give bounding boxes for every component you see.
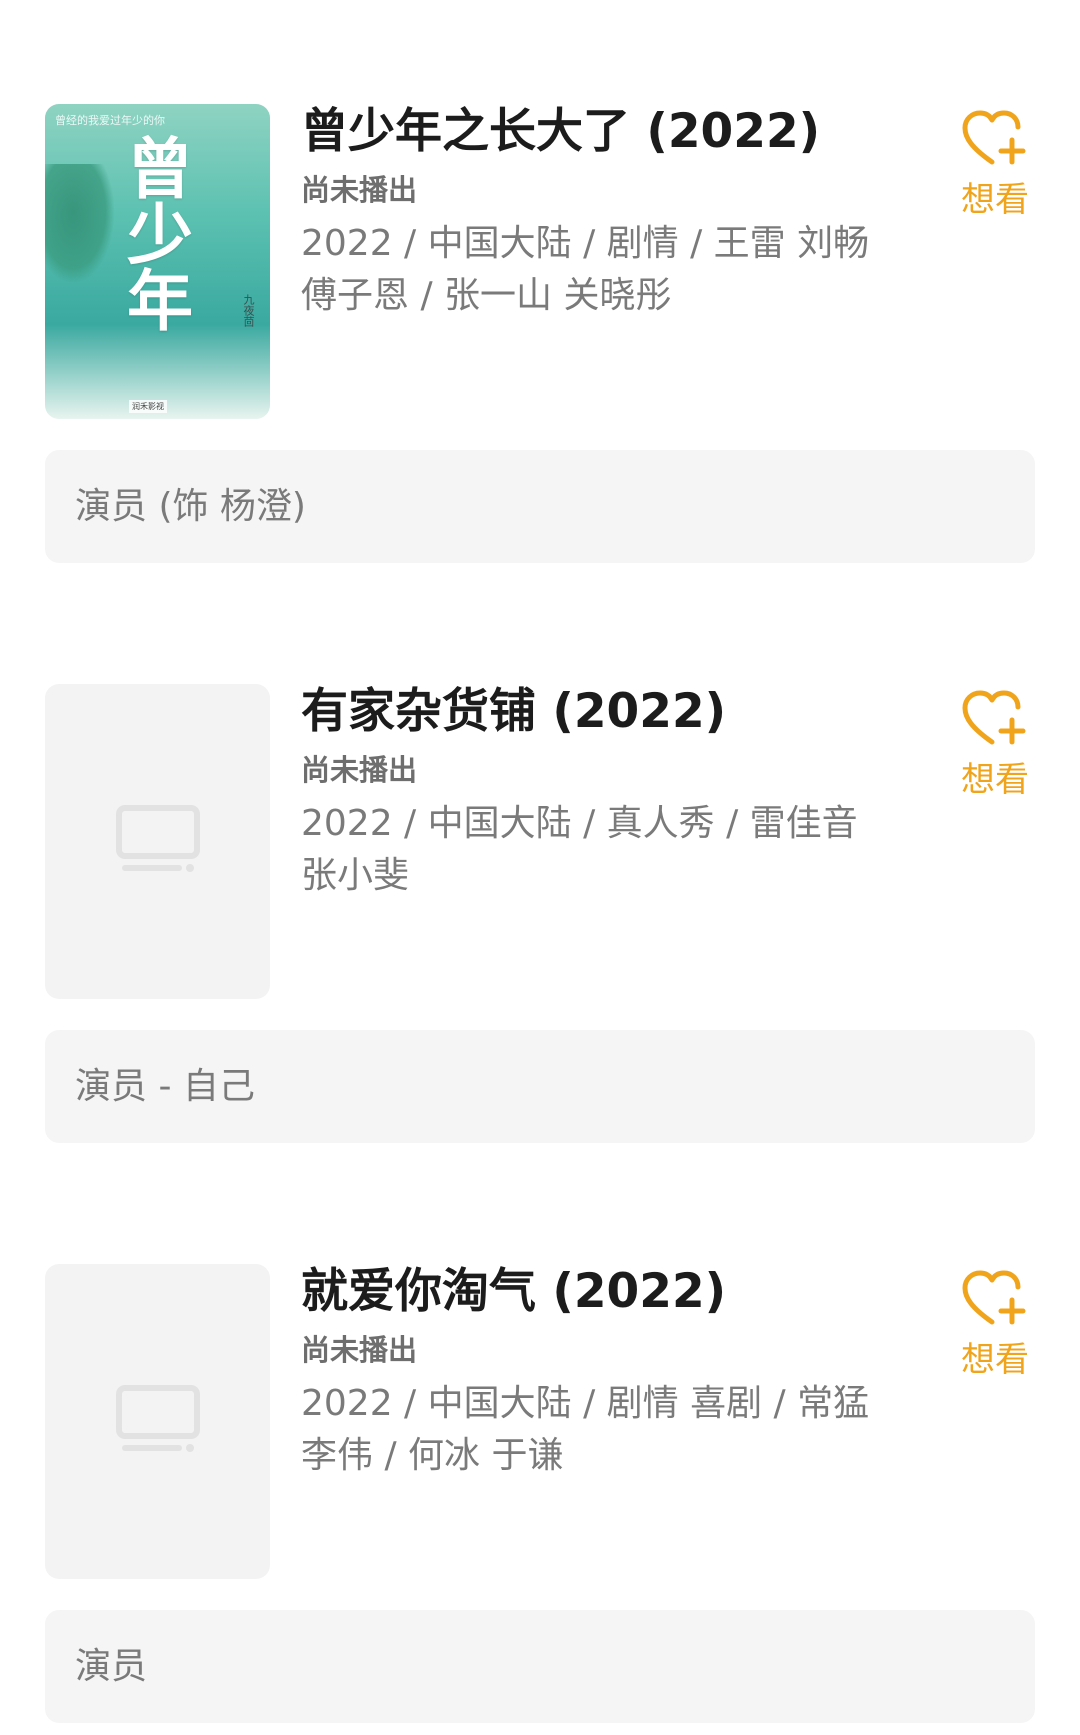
poster-placeholder[interactable] (45, 1264, 270, 1579)
work-meta: 2022 / 中国大陆 / 剧情 喜剧 / 常猛 李伟 / 何冰 于谦 (301, 1383, 870, 1476)
work-title[interactable]: 曾少年之长大了 (2022) (301, 104, 871, 160)
want-to-watch-button[interactable]: 想看 (955, 684, 1035, 800)
release-status: 尚未播出 (301, 173, 418, 207)
poster-placeholder[interactable] (45, 684, 270, 999)
work-meta: 2022 / 中国大陆 / 剧情 / 王雷 刘畅 傅子恩 / 张一山 关晓彤 (301, 223, 870, 316)
work-info: 就爱你淘气 (2022) 尚未播出 2022 / 中国大陆 / 剧情 喜剧 / … (301, 1264, 871, 1482)
poster-tagline: 曾经的我爱过年少的你 (55, 114, 165, 127)
work-info: 有家杂货铺 (2022) 尚未播出 2022 / 中国大陆 / 真人秀 / 雷佳… (301, 684, 871, 902)
work-title[interactable]: 有家杂货铺 (2022) (301, 684, 871, 740)
release-status: 尚未播出 (301, 1333, 418, 1367)
heart-plus-icon (962, 690, 1026, 745)
want-to-watch-label: 想看 (961, 180, 1029, 220)
want-to-watch-label: 想看 (961, 1340, 1029, 1380)
poster-logo: 润禾影视 (129, 400, 167, 413)
heart-plus-icon (962, 1270, 1026, 1325)
poster-author: 九夜茴 (242, 294, 255, 327)
release-status: 尚未播出 (301, 753, 418, 787)
tv-icon (116, 805, 200, 872)
work-title[interactable]: 就爱你淘气 (2022) (301, 1264, 871, 1320)
want-to-watch-button[interactable]: 想看 (955, 1264, 1035, 1380)
poster-art: 曾经的我爱过年少的你 曾少年 九夜茴 润禾影视 (45, 104, 270, 419)
work-meta: 2022 / 中国大陆 / 真人秀 / 雷佳音 张小斐 (301, 803, 858, 896)
poster-image[interactable]: 曾经的我爱过年少的你 曾少年 九夜茴 润禾影视 (45, 104, 270, 419)
heart-plus-icon (962, 110, 1026, 165)
want-to-watch-label: 想看 (961, 760, 1029, 800)
poster-trees-decoration (45, 164, 115, 284)
role-card: 演员 (饰 杨澄) (45, 450, 1035, 563)
want-to-watch-button[interactable]: 想看 (955, 104, 1035, 220)
work-info: 曾少年之长大了 (2022) 尚未播出 2022 / 中国大陆 / 剧情 / 王… (301, 104, 871, 322)
poster-title: 曾少年 (116, 134, 193, 332)
role-card: 演员 (45, 1610, 1035, 1723)
tv-icon (116, 1385, 200, 1452)
role-card: 演员 - 自己 (45, 1030, 1035, 1143)
